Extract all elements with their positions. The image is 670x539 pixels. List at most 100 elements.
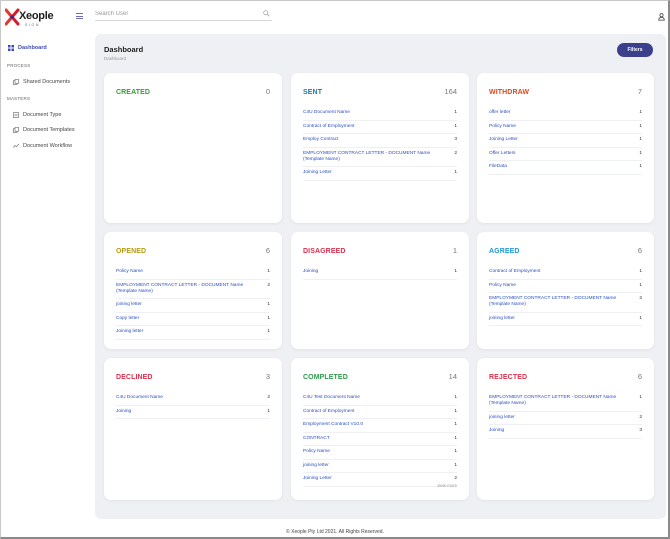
- document-name-link[interactable]: Offer Letters: [489, 151, 516, 157]
- document-name-link[interactable]: Contract of Employment: [303, 409, 354, 415]
- document-count: 1: [454, 435, 457, 441]
- search-icon[interactable]: [263, 10, 270, 17]
- breadcrumb[interactable]: Dashboard: [104, 56, 126, 61]
- document-row[interactable]: joining letter 1: [489, 313, 642, 326]
- document-row[interactable]: Joining 1: [116, 406, 270, 419]
- document-name-link[interactable]: Policy Name: [489, 124, 516, 130]
- sidebar-item-document-templates[interactable]: Document Templates: [13, 127, 75, 133]
- card-title[interactable]: OPENED: [116, 248, 146, 255]
- document-row[interactable]: joining letter 1: [303, 460, 457, 473]
- document-row[interactable]: Policy Name 1: [116, 266, 270, 280]
- card-count: 6: [265, 246, 270, 255]
- document-name-link[interactable]: EMPLOYMENT CONTRACT LETTER - DOCUMENT Na…: [116, 283, 261, 295]
- menu-toggle-icon[interactable]: [76, 13, 83, 19]
- sidebar-item-shared-documents[interactable]: Shared Documents: [13, 79, 70, 85]
- document-row[interactable]: Contract of Employment 1: [303, 121, 457, 134]
- document-row[interactable]: Contract of Employment 1: [303, 406, 457, 419]
- document-row[interactable]: EMPLOYMENT CONTRACT LETTER - DOCUMENT Na…: [303, 148, 457, 167]
- document-row[interactable]: joining letter 1: [116, 299, 270, 313]
- search-input[interactable]: [95, 9, 255, 17]
- document-row[interactable]: Policy Name 1: [303, 446, 457, 460]
- document-name-link[interactable]: Copy letter: [116, 316, 139, 322]
- sidebar-item-document-workflow[interactable]: Document Workflow: [13, 143, 72, 149]
- document-name-link[interactable]: joining letter: [489, 316, 515, 322]
- document-name-link[interactable]: joining letter: [303, 463, 329, 469]
- document-count: 2: [639, 296, 642, 301]
- document-row[interactable]: Copy letter 1: [116, 313, 270, 326]
- document-name-link[interactable]: C4U Document Name: [303, 110, 350, 116]
- card-title[interactable]: AGREED: [489, 248, 520, 255]
- document-name-link[interactable]: EMPLOYMENT CONTRACT LETTER - DOCUMENT Na…: [303, 151, 448, 163]
- filters-button[interactable]: Filters: [617, 43, 653, 57]
- card-title[interactable]: CREATED: [116, 89, 150, 96]
- document-name-link[interactable]: Joining: [303, 269, 318, 275]
- document-name-link[interactable]: Joining Letter: [303, 476, 332, 482]
- document-row[interactable]: Joining 1: [303, 266, 457, 280]
- document-name-link[interactable]: EMPLOYMENT CONTRACT LETTER - DOCUMENT Na…: [489, 395, 634, 407]
- document-row[interactable]: Employ Contract 3: [303, 134, 457, 148]
- document-row[interactable]: Policy Name 1: [489, 121, 642, 134]
- user-icon[interactable]: [658, 13, 665, 21]
- document-name-link[interactable]: Employment Contract V10.0: [303, 422, 363, 428]
- document-name-link[interactable]: Joining Letter: [489, 137, 518, 143]
- document-row[interactable]: EMPLOYMENT CONTRACT LETTER - DOCUMENT Na…: [489, 392, 642, 412]
- document-name-link[interactable]: Policy Name: [489, 283, 516, 289]
- document-count: 1: [454, 170, 457, 175]
- document-row[interactable]: Joining Letter 2: [303, 473, 457, 487]
- document-row[interactable]: EMPLOYMENT CONTRACT LETTER - DOCUMENT Na…: [489, 293, 642, 313]
- document-row[interactable]: Employment Contract V10.0 1: [303, 419, 457, 433]
- brand-logo[interactable]: Xeople SIGN: [5, 8, 54, 28]
- document-row[interactable]: C4U Test Document Name 1: [303, 392, 457, 406]
- document-row[interactable]: Contract of Employment 1: [489, 266, 642, 280]
- document-name-link[interactable]: FileData: [489, 164, 507, 170]
- document-row[interactable]: Joining 3: [489, 425, 642, 439]
- document-name-link[interactable]: CONTRACT: [303, 436, 330, 442]
- document-row[interactable]: Joining Letter 1: [489, 134, 642, 148]
- document-name-link[interactable]: Contract of Employment: [489, 269, 540, 275]
- document-row[interactable]: Policy Name 1: [489, 280, 642, 293]
- document-name-link[interactable]: C4U Test Document Name: [303, 395, 360, 401]
- document-name-link[interactable]: Joining Letter: [303, 170, 332, 176]
- document-name-link[interactable]: Employ Contract: [303, 137, 338, 143]
- document-row[interactable]: Offer Letters 1: [489, 148, 642, 161]
- view-more-link[interactable]: view more: [437, 483, 457, 488]
- document-row[interactable]: Joining Letter 1: [303, 167, 457, 181]
- document-name-link[interactable]: Joining: [116, 409, 131, 415]
- card-title[interactable]: DECLINED: [116, 374, 153, 381]
- card-title[interactable]: SENT: [303, 89, 322, 96]
- document-row[interactable]: C4U Document Name 2: [116, 392, 270, 406]
- document-count: 1: [639, 123, 642, 129]
- document-name-link[interactable]: C4U Document Name: [116, 395, 163, 401]
- document-name-link[interactable]: Contract of Employment: [303, 124, 354, 130]
- document-name-link[interactable]: Joining: [489, 428, 504, 434]
- document-row[interactable]: CONTRACT 1: [303, 433, 457, 446]
- sidebar-item-document-type[interactable]: Document Type: [13, 112, 61, 118]
- shared-documents-icon: [13, 79, 19, 85]
- document-name-link[interactable]: Policy Name: [303, 449, 330, 455]
- document-row[interactable]: C4U Document Name 1: [303, 107, 457, 121]
- card-title[interactable]: WITHDRAW: [489, 89, 529, 96]
- document-name-link[interactable]: EMPLOYMENT CONTRACT LETTER - DOCUMENT Na…: [489, 296, 634, 308]
- document-row[interactable]: Joining letter 1: [116, 326, 270, 340]
- document-name-link[interactable]: offer letter: [489, 110, 511, 116]
- card-title[interactable]: COMPLETED: [303, 374, 348, 381]
- document-count: 2: [267, 282, 270, 288]
- document-count: 3: [639, 428, 642, 433]
- document-row[interactable]: offer letter 1: [489, 107, 642, 121]
- document-name-link[interactable]: joining letter: [116, 302, 142, 308]
- card-title[interactable]: DISAGREED: [303, 248, 346, 255]
- card-count: 0: [265, 87, 270, 96]
- sidebar-item-dashboard[interactable]: Dashboard: [8, 45, 47, 51]
- document-name-link[interactable]: Joining letter: [116, 329, 143, 335]
- status-card-completed: COMPLETED 14 C4U Test Document Name 1 Contr…: [291, 358, 469, 500]
- document-row[interactable]: joining letter 2: [489, 412, 642, 425]
- card-title[interactable]: REJECTED: [489, 374, 527, 381]
- card-count: 1: [452, 246, 457, 255]
- document-row[interactable]: FileData 1: [489, 161, 642, 175]
- document-count: 1: [639, 164, 642, 169]
- document-count: 1: [267, 408, 270, 414]
- document-row[interactable]: EMPLOYMENT CONTRACT LETTER - DOCUMENT Na…: [116, 280, 270, 299]
- document-name-link[interactable]: joining letter: [489, 415, 515, 421]
- document-name-link[interactable]: Policy Name: [116, 269, 143, 275]
- card-list: Contract of Employment 1 Policy Name 1 EMPLO…: [489, 266, 642, 326]
